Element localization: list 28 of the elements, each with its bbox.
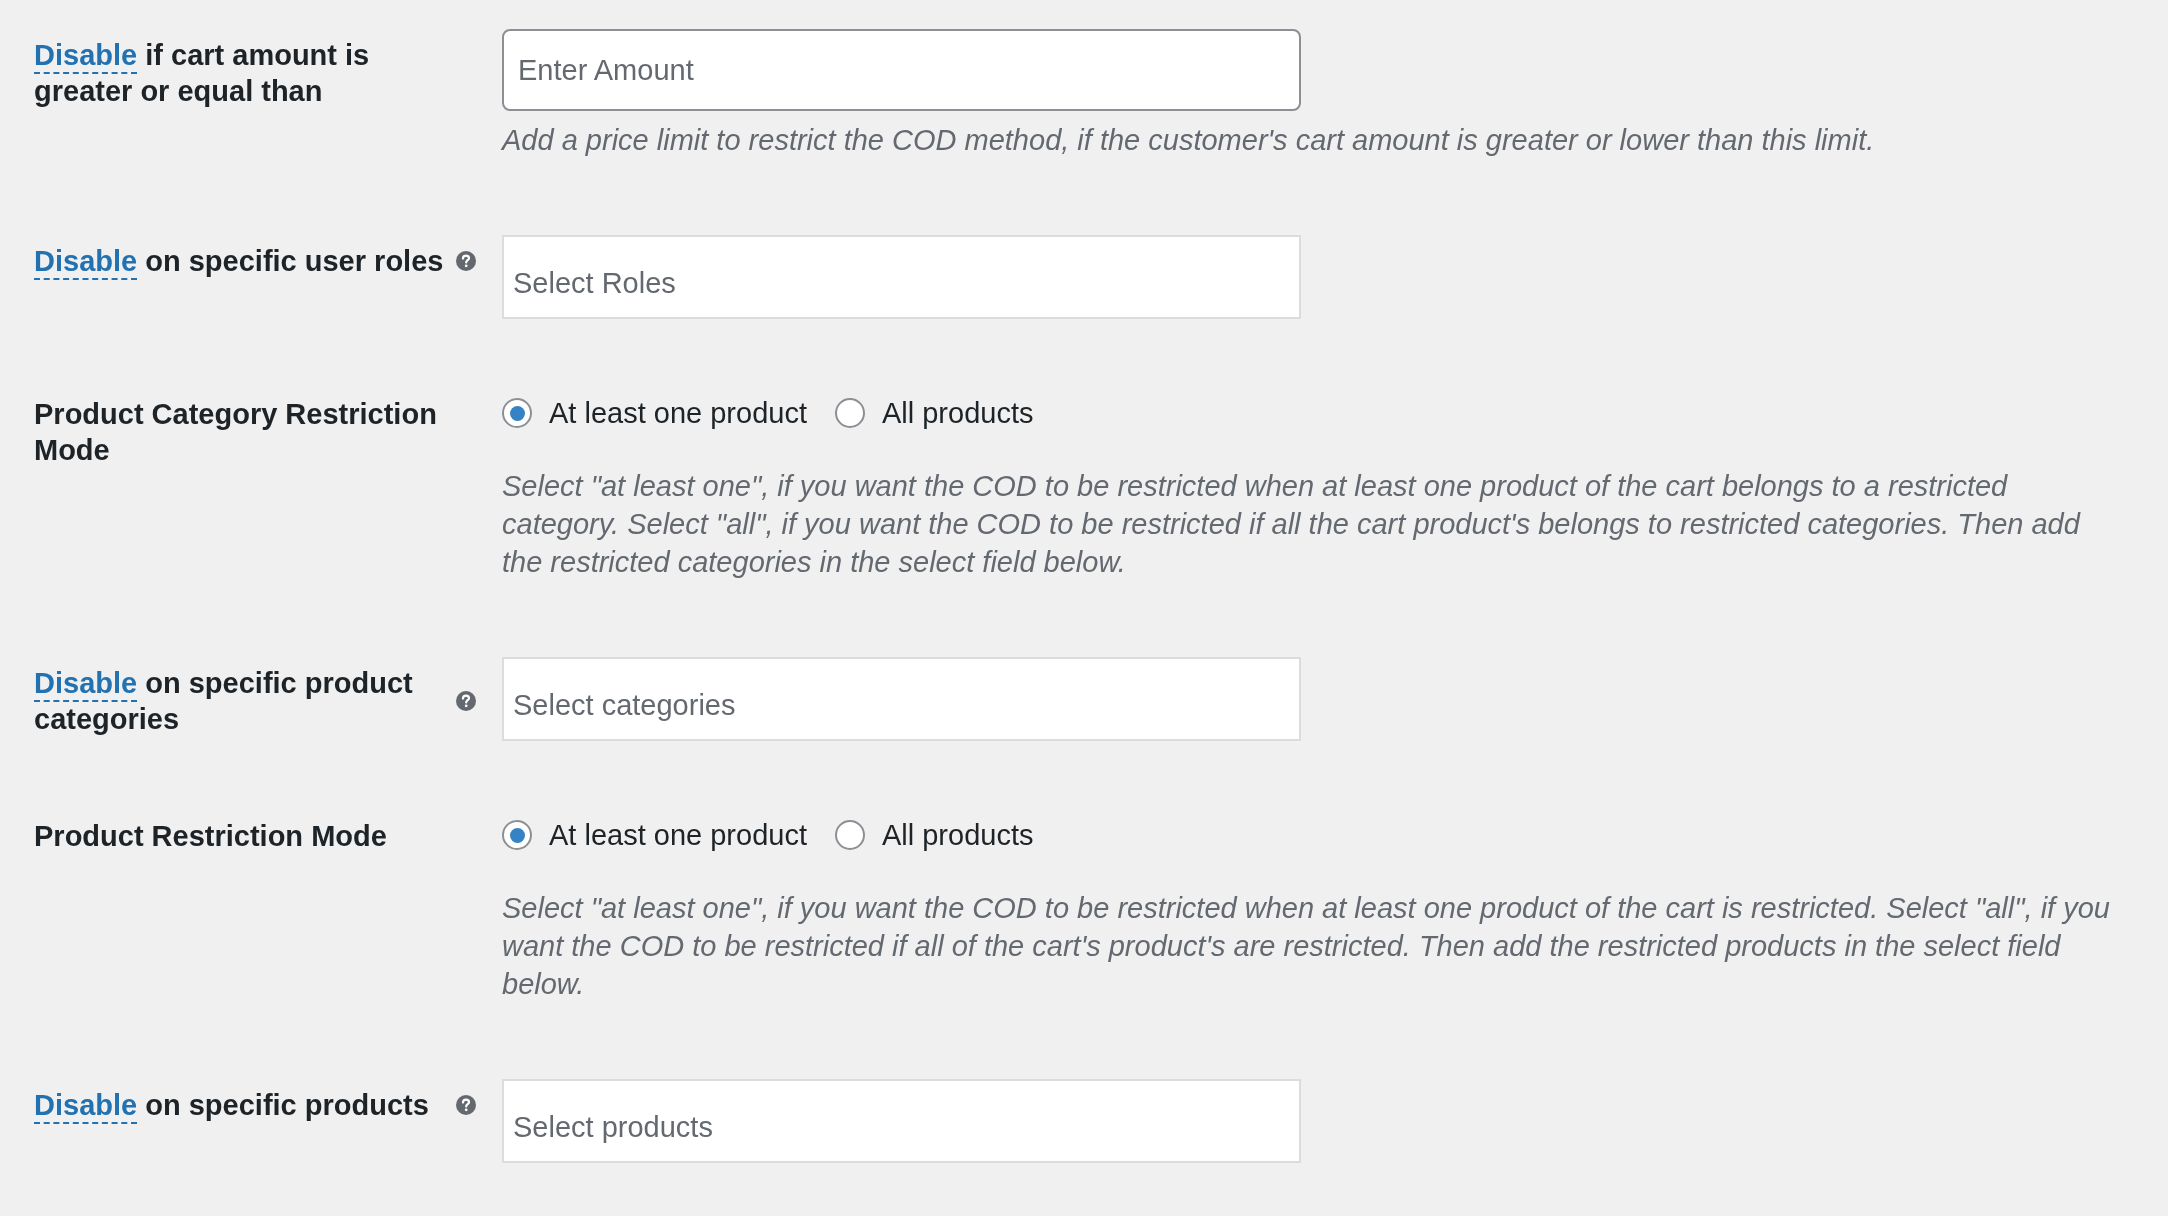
radio-label[interactable]: All products	[881, 817, 1034, 853]
field-label: Disable on specific user roles	[34, 245, 444, 277]
radio-button[interactable]	[502, 398, 532, 428]
help-icon[interactable]	[456, 1095, 476, 1115]
select-field[interactable]: Select products	[502, 1079, 1301, 1163]
field-description: Select "at least one", if you want the COD to be restricted when at least one product of the cart belongs to a restricted category. Select "all", if you want the COD to be restricted if all the cart product's belongs to restricted categories. Then add the restricted categories in the select field below.	[502, 469, 2082, 580]
field-label: Disable on specific products	[34, 1089, 429, 1121]
disable-link[interactable]: Disable	[34, 667, 138, 699]
radio-button[interactable]	[834, 820, 865, 850]
disable-link[interactable]: Disable	[34, 1089, 138, 1121]
help-icon[interactable]	[456, 251, 476, 271]
help-icon[interactable]	[456, 691, 476, 711]
radio-label[interactable]: At least one product	[549, 395, 807, 431]
field-label: Disable on specific product categories	[34, 667, 413, 735]
radio-label[interactable]: At least one product	[549, 817, 807, 853]
radio-button[interactable]	[834, 398, 865, 428]
field-label: Disable if cart amount is greater or equal than	[34, 39, 370, 107]
field-label: Product Restriction Mode	[34, 820, 387, 852]
radio-button[interactable]	[502, 820, 532, 850]
disable-link[interactable]: Disable	[34, 39, 138, 71]
field-description: Add a price limit to restrict the COD method, if the customer's cart amount is greater or lower than this limit.	[502, 123, 1876, 158]
amount-input[interactable]: Enter Amount	[502, 29, 1301, 111]
radio-label[interactable]: All products	[881, 395, 1034, 431]
select-field[interactable]: Select Roles	[502, 235, 1301, 319]
field-label: Product Category Restriction Mode	[34, 398, 437, 466]
field-description: Select "at least one", if you want the COD to be restricted when at least one product of the cart is restricted. Select "all", if you want the COD to be restricted if all of the cart's product's are restricted. Then add the restricted products in the select field below.	[502, 891, 2111, 1002]
disable-link[interactable]: Disable	[34, 245, 138, 277]
select-field[interactable]: Select categories	[502, 657, 1301, 741]
